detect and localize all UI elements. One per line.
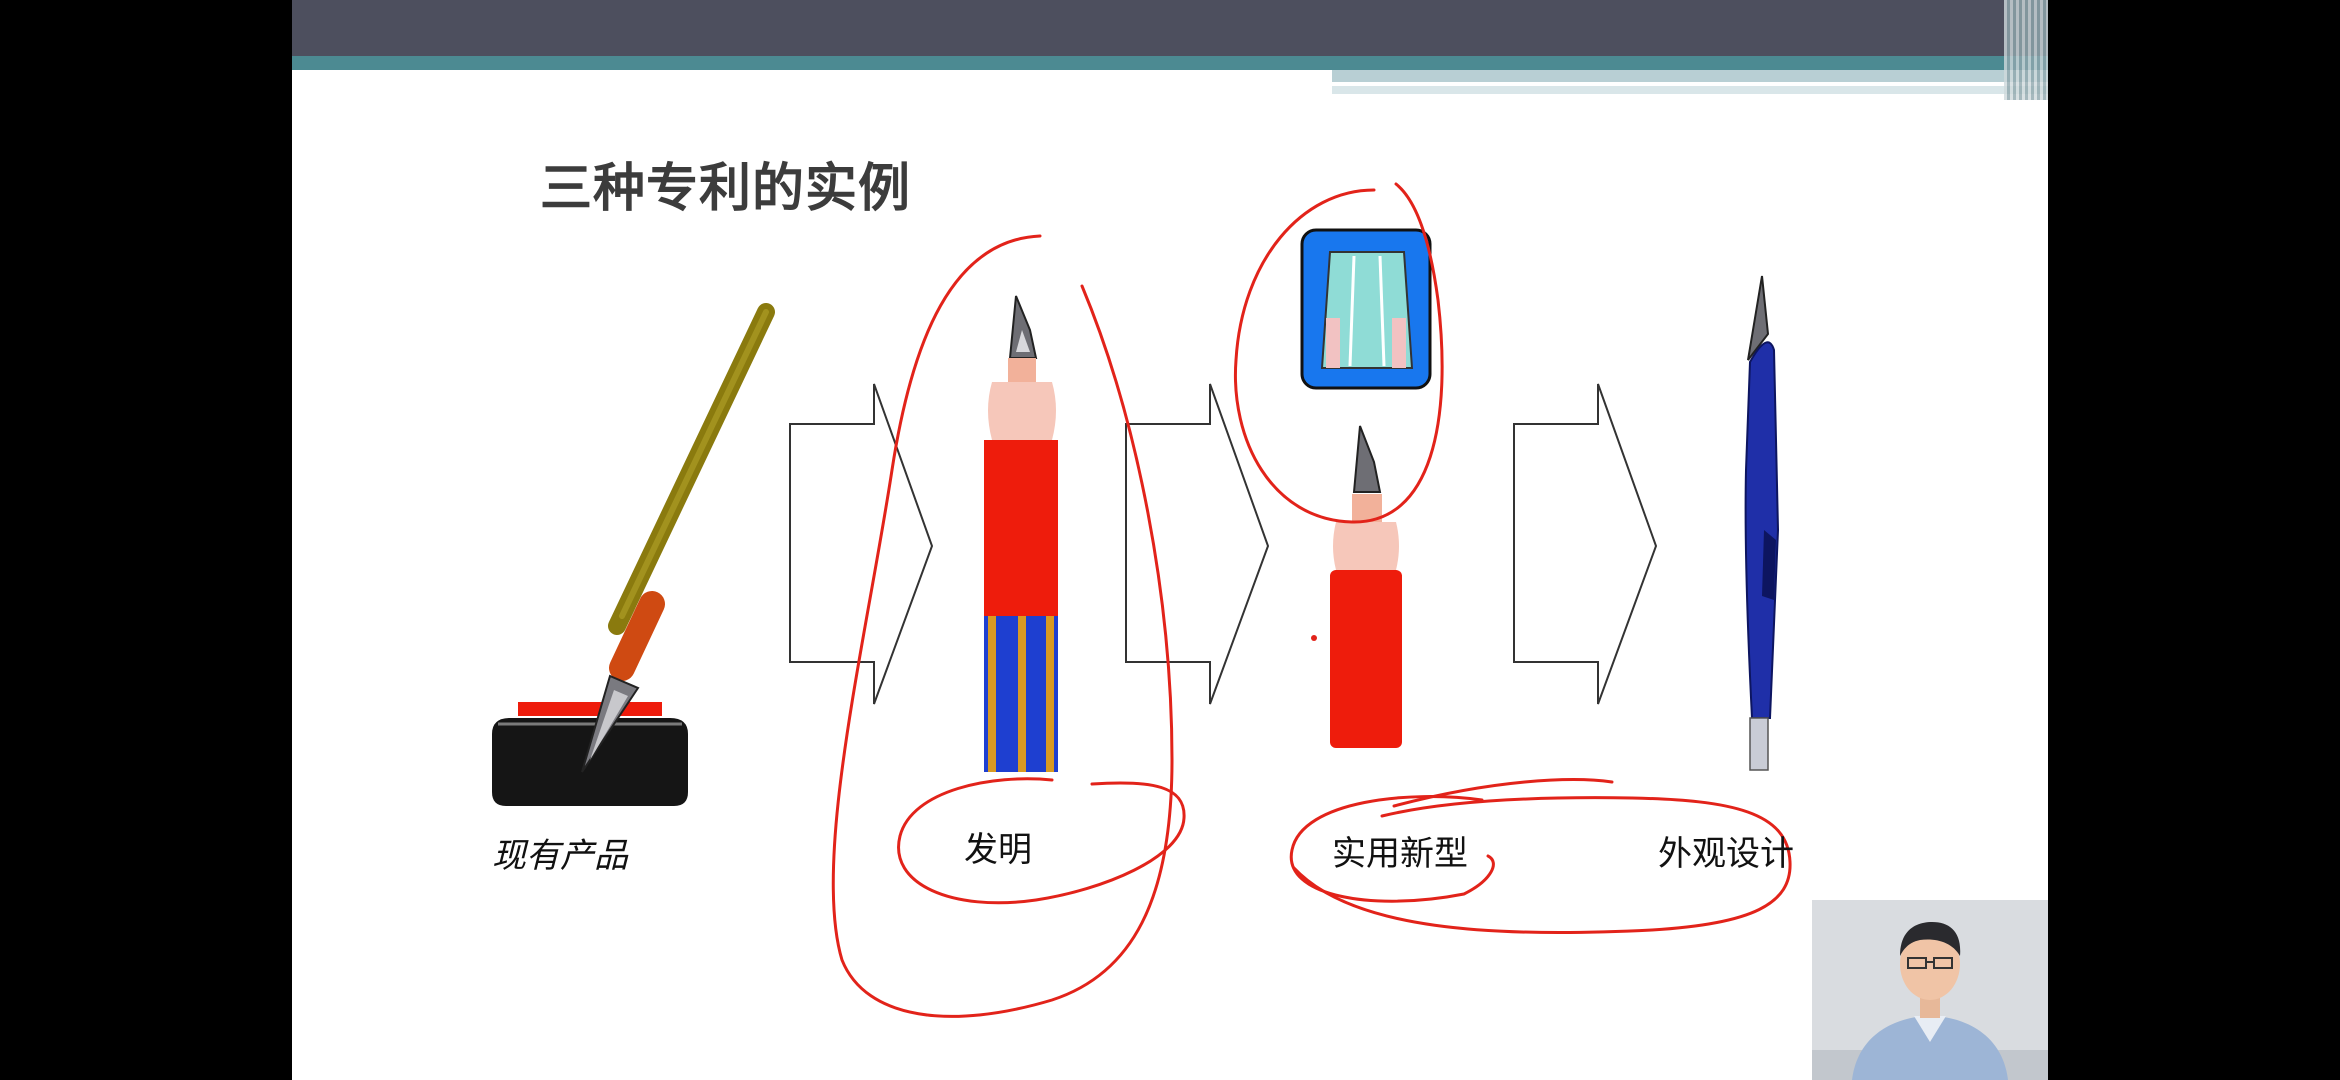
fountain-pen-red-blue-icon	[984, 295, 1058, 772]
presenter-avatar	[1812, 900, 2048, 1080]
fountain-pen-red-icon	[1311, 425, 1402, 748]
hollow-arrow-icon	[1513, 383, 1658, 705]
presenter-video-thumbnail[interactable]	[1812, 900, 2048, 1080]
label-design: 外观设计	[1658, 834, 1794, 874]
label-utility-model: 实用新型	[1332, 834, 1468, 874]
presentation-slide: 三种专利的实例 现有产品 发明 实用新型 外观设计	[292, 0, 2048, 1080]
label-existing-product: 现有产品	[492, 836, 628, 876]
pen-cap-detail-icon	[1300, 228, 1432, 390]
hollow-arrow-icon	[1125, 383, 1270, 705]
label-invention: 发明	[964, 830, 1032, 870]
fountain-pen-blue-icon	[1744, 275, 1780, 771]
dip-pen-with-inkwell-icon	[492, 303, 775, 806]
slide-illustration	[492, 182, 1792, 1018]
